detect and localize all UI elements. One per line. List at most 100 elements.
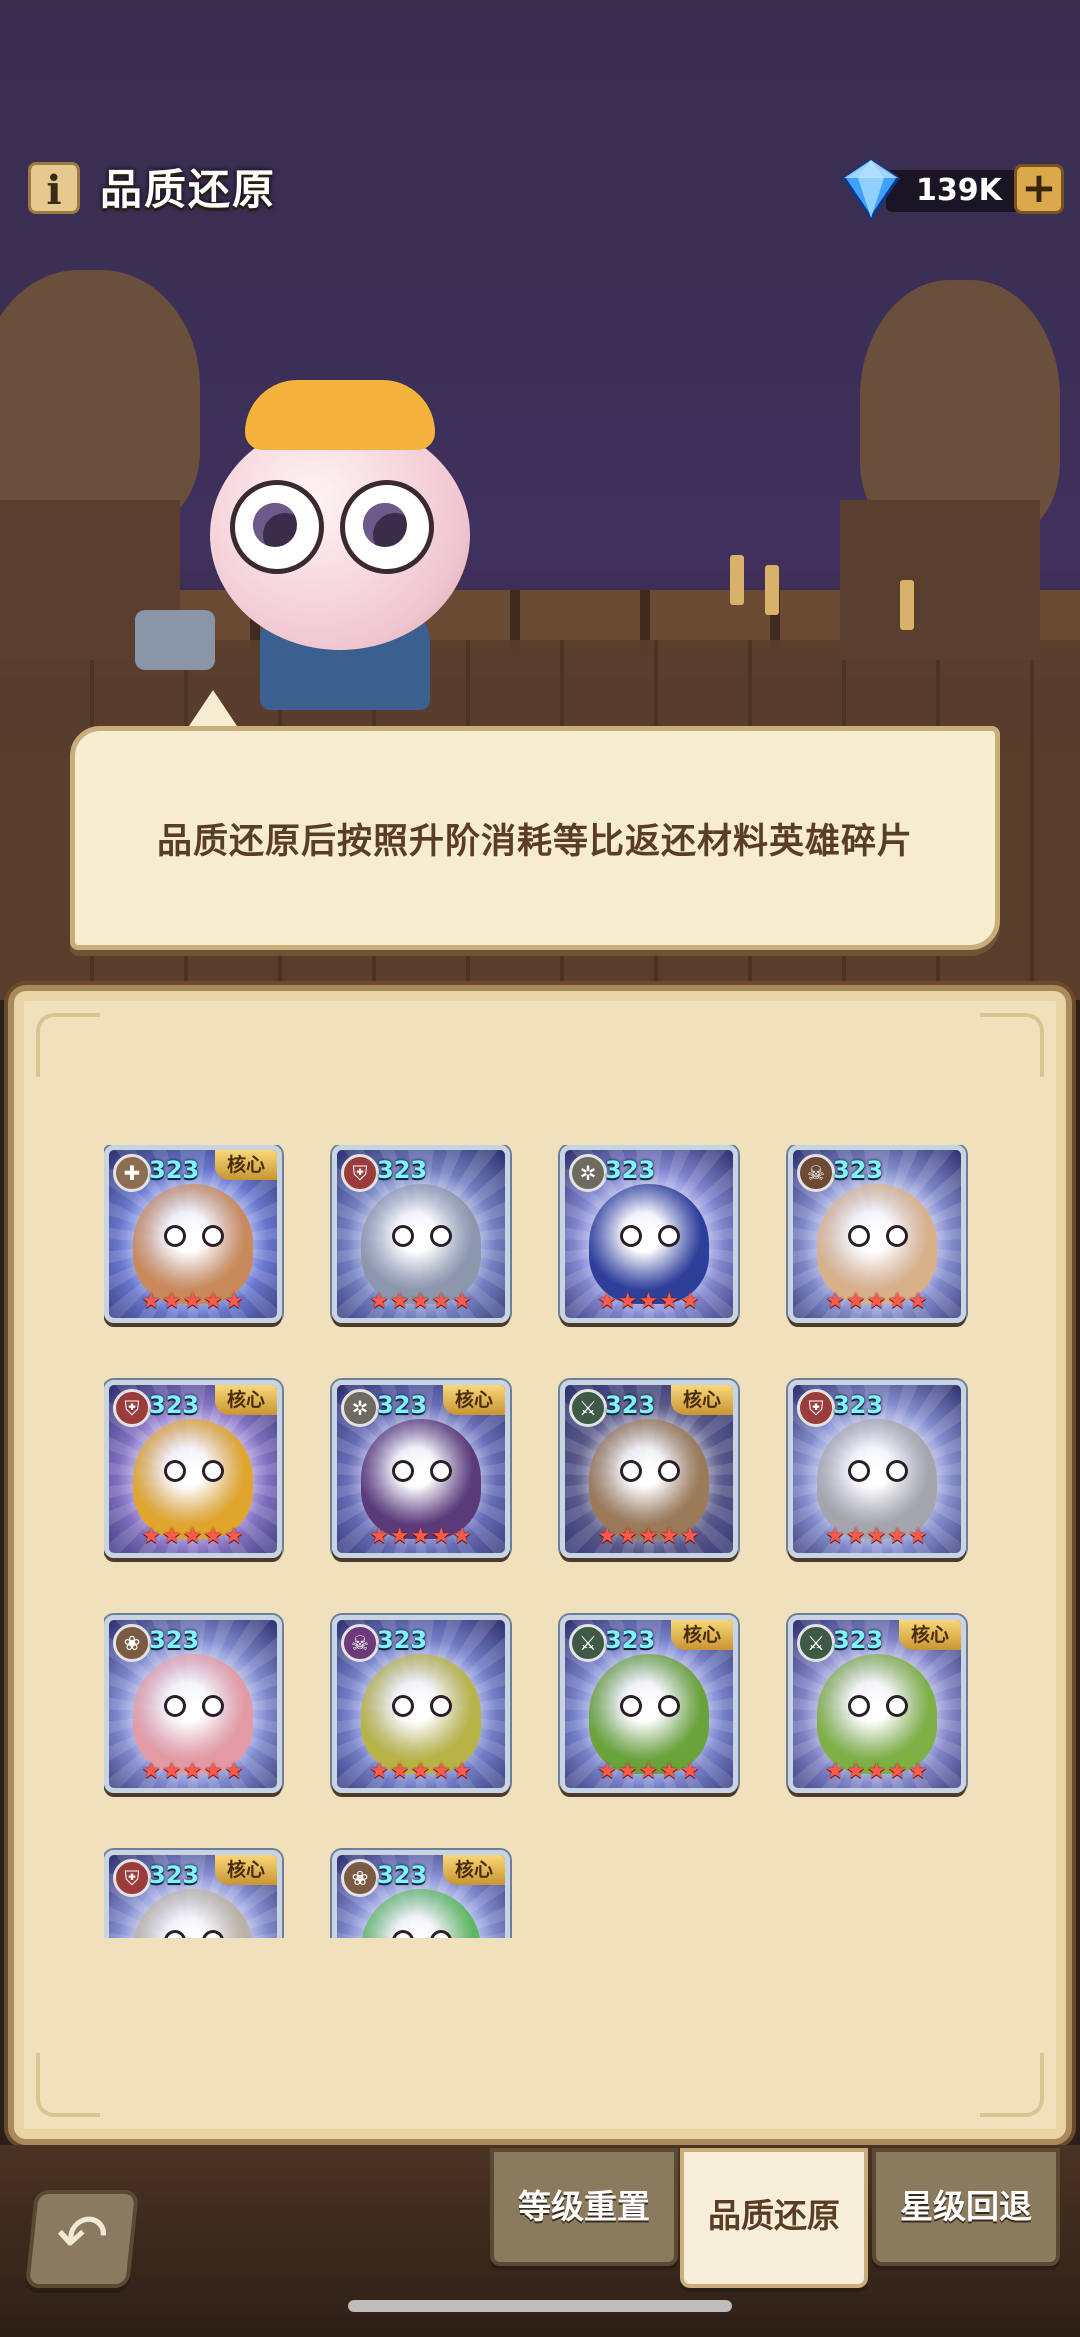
- hero-eyes: [167, 1463, 223, 1479]
- hero-stars: ★★★★★: [141, 1524, 245, 1549]
- hero-level: 323: [377, 1861, 428, 1889]
- core-tag: 核心: [671, 1385, 733, 1415]
- tree-icon: ✲: [341, 1389, 379, 1427]
- tree-icon: ✲: [569, 1154, 607, 1192]
- core-tag: 核心: [899, 1620, 961, 1650]
- hero-eyes: [623, 1698, 679, 1714]
- swords-icon: ⚔: [569, 1624, 607, 1662]
- hero-card[interactable]: ⛨ 323 ★★★★★: [332, 1145, 510, 1323]
- panel-ornament: [36, 1013, 100, 1077]
- hero-eyes: [167, 1228, 223, 1244]
- hero-level: 323: [149, 1626, 200, 1654]
- hero-level: 323: [149, 1156, 200, 1184]
- hero-card[interactable]: ✲ 323 ★★★★★: [560, 1145, 738, 1323]
- hero-card[interactable]: ☠ 323 ★★★★★: [332, 1615, 510, 1793]
- hero-portrait: [817, 1654, 937, 1774]
- core-tag: 核心: [443, 1385, 505, 1415]
- hero-portrait: [589, 1419, 709, 1539]
- home-indicator: [348, 2300, 732, 2312]
- currency-value: 139K: [916, 173, 1002, 208]
- hero-portrait: [133, 1419, 253, 1539]
- speech-bubble: 品质还原后按照升阶消耗等比返还材料英雄碎片: [70, 726, 1000, 950]
- hero-stars: ★★★★★: [597, 1289, 701, 1314]
- hero-stars: ★★★★★: [369, 1524, 473, 1549]
- hero-card[interactable]: ⛨ 323 ★★★★★: [788, 1380, 966, 1558]
- panel-ornament: [980, 1013, 1044, 1077]
- candle: [900, 580, 914, 630]
- mascot-hair: [245, 380, 435, 450]
- hero-level: 323: [833, 1626, 884, 1654]
- skull-icon: ☠: [341, 1624, 379, 1662]
- tab-level-reset[interactable]: 等级重置: [490, 2148, 678, 2266]
- paw-icon: ❀: [341, 1859, 379, 1897]
- hero-level: 323: [605, 1626, 656, 1654]
- hero-stars: ★★★★★: [141, 1759, 245, 1784]
- tab-quality-restore[interactable]: 品质还原: [680, 2148, 868, 2288]
- hero-card[interactable]: ❀ 323 ★★★★★: [104, 1615, 282, 1793]
- core-tag: 核心: [215, 1855, 277, 1885]
- hero-eyes: [395, 1933, 451, 1938]
- hero-portrait: [589, 1654, 709, 1774]
- panel-ornament: [36, 2053, 100, 2117]
- hero-eyes: [167, 1933, 223, 1938]
- hero-stars: ★★★★★: [369, 1759, 473, 1784]
- hero-eyes: [395, 1698, 451, 1714]
- hero-portrait: [817, 1419, 937, 1539]
- page-title: 品质还原: [100, 165, 277, 214]
- hero-stars: ★★★★★: [825, 1289, 929, 1314]
- core-tag: 核心: [443, 1855, 505, 1885]
- panel-ornament: [980, 2053, 1044, 2117]
- hero-card[interactable]: ⚔ 323 核心 ★★★★★: [788, 1615, 966, 1793]
- diamond-currency: 139K +: [838, 156, 1066, 222]
- hero-level: 323: [833, 1391, 884, 1419]
- hero-eyes: [623, 1228, 679, 1244]
- hero-level: 323: [605, 1156, 656, 1184]
- skull-icon: ☠: [797, 1154, 835, 1192]
- swords-icon: ⚔: [569, 1389, 607, 1427]
- hero-stars: ★★★★★: [825, 1759, 929, 1784]
- hero-card[interactable]: ⛨323核心★★★★★: [104, 1850, 282, 1938]
- hero-level: 323: [377, 1626, 428, 1654]
- hero-portrait: [133, 1184, 253, 1304]
- statue-left: [0, 270, 200, 530]
- hero-level: 323: [377, 1156, 428, 1184]
- core-tag: 核心: [215, 1385, 277, 1415]
- mascot-character: [135, 380, 500, 710]
- mascot-eye-right: [340, 480, 434, 574]
- hero-stars: ★★★★★: [597, 1524, 701, 1549]
- hero-eyes: [851, 1698, 907, 1714]
- hero-eyes: [395, 1228, 451, 1244]
- hero-portrait: [361, 1184, 481, 1304]
- core-tag: 核心: [215, 1150, 277, 1180]
- axe-icon: ✚: [113, 1154, 151, 1192]
- hero-card[interactable]: ☠ 323 ★★★★★: [788, 1145, 966, 1323]
- paw-icon: ❀: [113, 1624, 151, 1662]
- bubble-text: 品质还原后按照升阶消耗等比返还材料英雄碎片: [156, 821, 913, 862]
- pedestal-right: [840, 500, 1040, 660]
- shield-icon: ⛨: [113, 1859, 151, 1897]
- hero-grid: ✚ 323 核心 ★★★★★ ⛨ 323 ★★★★★ ✲ 323 ★★★★★ ☠ 323 ★★★★★ ⛨ 3…: [104, 1145, 984, 1938]
- hero-portrait: [589, 1184, 709, 1304]
- hero-eyes: [395, 1463, 451, 1479]
- hero-card[interactable]: ✚ 323 核心 ★★★★★: [104, 1145, 282, 1323]
- mascot-hammer: [135, 610, 215, 670]
- hero-level: 323: [377, 1391, 428, 1419]
- hero-card[interactable]: ⛨323核心★★★★★: [104, 1380, 282, 1558]
- add-currency-button[interactable]: +: [1014, 164, 1064, 214]
- hero-card[interactable]: ✲ 323 核心 ★★★★★: [332, 1380, 510, 1558]
- hero-card[interactable]: ❀323核心★★★★★: [332, 1850, 510, 1938]
- hero-card[interactable]: ⚔ 323 核心 ★★★★★: [560, 1380, 738, 1558]
- candle: [730, 555, 744, 605]
- shield-icon: ⛨: [797, 1389, 835, 1427]
- info-icon[interactable]: i: [28, 162, 80, 214]
- diamond-icon: [841, 158, 901, 221]
- hero-eyes: [167, 1698, 223, 1714]
- swords-icon: ⚔: [797, 1624, 835, 1662]
- mascot-eye-left: [230, 480, 324, 574]
- hero-card[interactable]: ⚔ 323 核心 ★★★★★: [560, 1615, 738, 1793]
- hero-stars: ★★★★★: [825, 1524, 929, 1549]
- back-button[interactable]: ↶: [24, 2190, 140, 2288]
- hero-portrait: [133, 1654, 253, 1774]
- hero-stars: ★★★★★: [369, 1289, 473, 1314]
- tab-star-rollback[interactable]: 星级回退: [872, 2148, 1060, 2266]
